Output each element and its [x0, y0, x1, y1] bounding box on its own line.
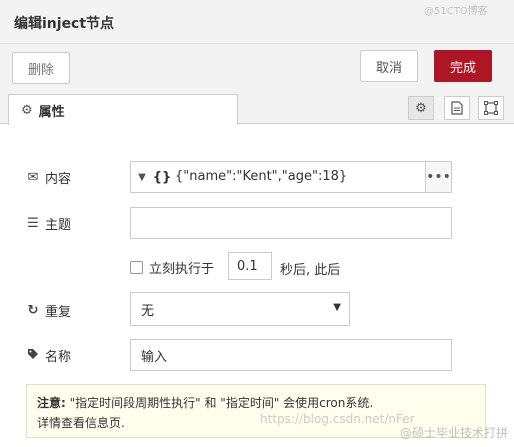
payload-typed-input[interactable]: ▼ {} {"name":"Kent","age":18} ••• — [130, 161, 452, 193]
name-input[interactable]: 输入 — [130, 339, 452, 371]
gear-icon: ⚙ — [21, 102, 33, 118]
repeat-selected-value: 无 — [141, 303, 155, 319]
payload-value[interactable]: {"name":"Kent","age":18} — [175, 169, 347, 184]
dialog-title: 编辑inject节点 — [14, 16, 115, 32]
watermark-top: @51CTO博客 — [424, 6, 488, 17]
cancel-button[interactable]: 取消 — [360, 50, 418, 82]
once-row: 立刻执行于 — [130, 258, 214, 277]
name-label-text: 名称 — [45, 350, 72, 365]
document-icon — [451, 101, 463, 115]
json-type-icon[interactable]: {} — [153, 162, 172, 192]
once-after-text: 秒后, 此后 — [280, 263, 341, 278]
expand-editor-button[interactable]: ••• — [425, 162, 451, 192]
tip-line1: "指定时间段周期性执行" 和 "指定时间" 会使用cron系统. — [65, 396, 374, 410]
description-tab-button[interactable] — [444, 96, 470, 120]
repeat-select[interactable]: 无 ▼ — [130, 292, 350, 326]
once-delay-input[interactable]: 0.1 — [228, 252, 272, 280]
envelope-icon: ✉ — [27, 170, 39, 185]
chevron-down-icon: ▼ — [333, 302, 341, 313]
appearance-tab-button[interactable] — [478, 96, 504, 120]
repeat-label-text: 重复 — [45, 305, 72, 320]
watermark-url: https://blog.csdn.net/nFer — [260, 412, 415, 426]
payload-label-text: 内容 — [45, 172, 72, 187]
topic-label-text: 主题 — [45, 218, 72, 233]
done-button[interactable]: 完成 — [434, 50, 492, 82]
repeat-label: ↻ 重复 — [26, 301, 71, 320]
payload-label: ✉ 内容 — [26, 168, 71, 187]
delete-button[interactable]: 删除 — [12, 52, 70, 84]
topic-input[interactable] — [130, 207, 452, 239]
once-checkbox[interactable] — [130, 261, 143, 274]
settings-tab-button[interactable]: ⚙ — [408, 96, 434, 120]
tip-bold: 注意: — [37, 396, 66, 410]
repeat-icon: ↻ — [27, 303, 39, 318]
topic-label: ☰ 主题 — [26, 214, 71, 233]
once-label: 立刻执行于 — [149, 262, 215, 277]
chevron-down-icon[interactable]: ▼ — [131, 162, 153, 192]
tab-properties-label: 属性 — [38, 104, 65, 120]
tasks-icon: ☰ — [27, 216, 39, 231]
gear-icon: ⚙ — [415, 100, 427, 116]
name-label: 名称 — [26, 346, 71, 365]
watermark-brand: @硕士毕业技术打拼 — [400, 426, 509, 440]
tab-properties[interactable]: ⚙ 属性 — [8, 94, 238, 125]
tag-icon — [26, 348, 40, 364]
frame-icon — [484, 101, 498, 115]
